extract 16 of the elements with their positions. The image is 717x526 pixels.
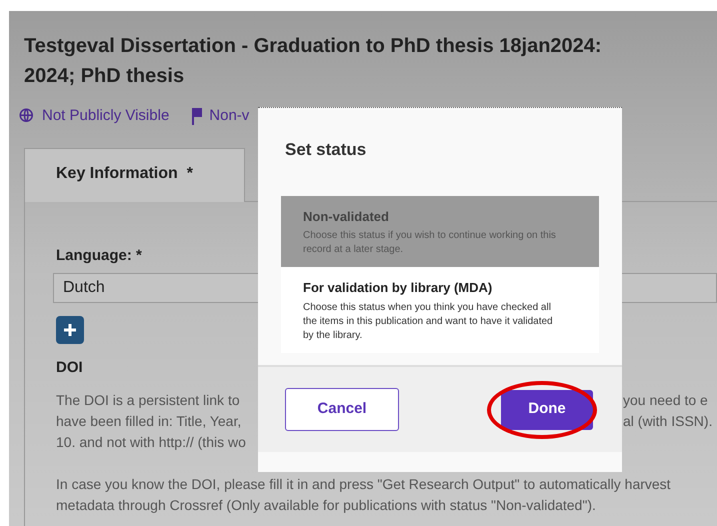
doi-help-text: The DOI is a persistent link to [56, 390, 240, 410]
doi-help-text: 10. and not with http:// (this wo [56, 432, 246, 452]
option-title: Non-validated [303, 208, 390, 226]
page-title: Testgeval Dissertation - Graduation to PhD thesis 18jan2024: [24, 34, 603, 59]
section-heading: DOI [56, 358, 84, 378]
option-description: Choose this status if you wish to continue working on this record at a later stage. [303, 229, 557, 257]
page-title: 2024; PhD thesis [24, 64, 186, 89]
doi-help-text: In case you know the DOI, please fill it in and press "Get Research Output" to automatically harvest [56, 474, 672, 494]
doi-help-text: al (with ISSN). [623, 412, 714, 431]
dialog-title: Set status [285, 139, 368, 161]
option-description: Choose this status when you think you have checked all the items in this publication and want to have it validated by the library. [303, 300, 554, 342]
doi-help-text: have been filled in: Title, Year, [56, 412, 242, 430]
doi-help-text: metadata through Crossref (Only available for publications with status "Non-validated"). [56, 496, 597, 515]
field-label: Language: * [56, 246, 142, 266]
option-title: For validation by library (MDA) [303, 279, 494, 297]
doi-help-text: you need to e [623, 390, 709, 410]
